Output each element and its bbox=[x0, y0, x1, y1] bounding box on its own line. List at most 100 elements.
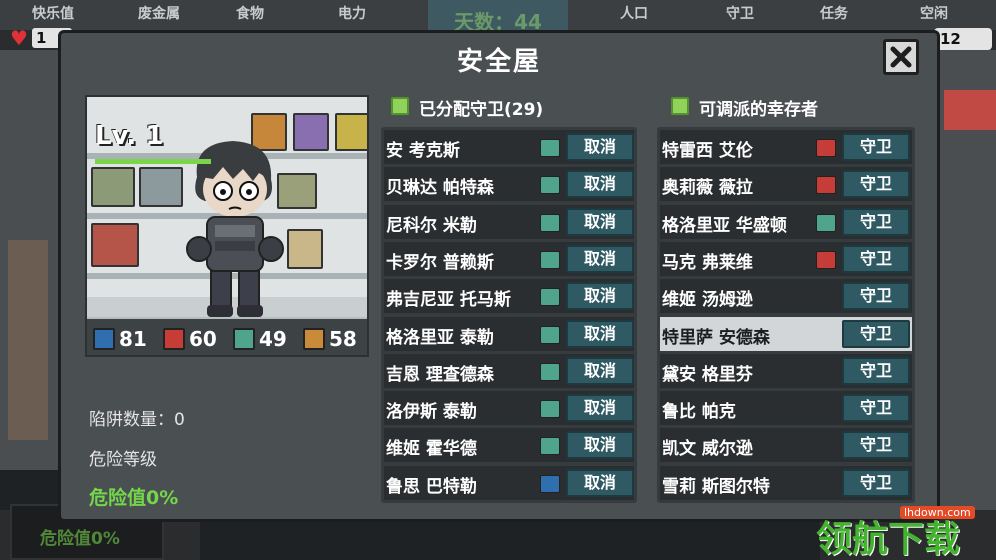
hud-label-happiness: 快乐值 bbox=[32, 6, 74, 22]
rifle-weapon-icon bbox=[540, 362, 560, 381]
survivor-name: 凯文 威尔逊 bbox=[662, 439, 753, 460]
level-progress-bar bbox=[95, 159, 211, 164]
armor-icon bbox=[93, 328, 115, 350]
available-survivor-list[interactable]: 特雷西 艾伦 守卫 奥莉薇 薇拉 守卫 格洛里亚 华盛顿 守卫 马克 弗莱维 守卫 维姬 汤姆逊… bbox=[657, 127, 915, 503]
available-row[interactable]: 格洛里亚 华盛顿 守卫 bbox=[660, 204, 912, 239]
cancel-guard-button[interactable]: 取消 bbox=[566, 468, 634, 497]
cancel-guard-button[interactable]: 取消 bbox=[566, 394, 634, 423]
assigned-row[interactable]: 卡罗尔 普赖斯 取消 bbox=[384, 241, 634, 276]
assign-guard-button[interactable]: 守卫 bbox=[842, 244, 910, 273]
cancel-guard-button[interactable]: 取消 bbox=[566, 431, 634, 460]
available-row[interactable]: 特雷西 艾伦 守卫 bbox=[660, 130, 912, 164]
cancel-guard-button[interactable]: 取消 bbox=[566, 133, 634, 161]
scene-right-survivor bbox=[944, 90, 996, 130]
cancel-guard-button[interactable]: 取消 bbox=[566, 282, 634, 311]
assign-guard-button[interactable]: 守卫 bbox=[842, 394, 910, 423]
assign-guard-button[interactable]: 守卫 bbox=[842, 133, 910, 161]
available-header: 可调派的幸存者 bbox=[699, 100, 818, 120]
rifle-weapon-icon bbox=[540, 176, 560, 195]
available-row[interactable]: 马克 弗莱维 守卫 bbox=[660, 241, 912, 276]
character-portrait: Lv. 1 81 60 49 58 bbox=[85, 95, 369, 357]
survivor-name: 安 考克斯 bbox=[386, 141, 460, 161]
stat-pistol-value: 60 bbox=[189, 327, 217, 351]
rifle-icon bbox=[233, 328, 255, 350]
available-row[interactable]: 特里萨 安德森 守卫 bbox=[660, 316, 912, 351]
assigned-row[interactable]: 安 考克斯 取消 bbox=[384, 130, 634, 164]
stat-supply-value: 58 bbox=[329, 327, 357, 351]
survivor-name: 吉恩 理查德森 bbox=[386, 364, 494, 385]
survivor-name: 格洛里亚 华盛顿 bbox=[662, 215, 787, 236]
pistol-weapon-icon bbox=[816, 176, 836, 195]
assign-guard-button[interactable]: 守卫 bbox=[842, 170, 910, 199]
cancel-guard-button[interactable]: 取消 bbox=[566, 319, 634, 348]
stat-rifle-value: 49 bbox=[259, 327, 287, 351]
hud-label-guards: 守卫 bbox=[726, 6, 754, 22]
rifle-weapon-icon bbox=[540, 325, 560, 344]
pistol-weapon-icon bbox=[816, 250, 836, 269]
assigned-row[interactable]: 格洛里亚 泰勒 取消 bbox=[384, 316, 634, 351]
days-panel: 天数：44 bbox=[428, 0, 568, 34]
assign-guard-button[interactable]: 守卫 bbox=[842, 431, 910, 460]
assign-guard-button[interactable]: 守卫 bbox=[842, 468, 910, 497]
assigned-row[interactable]: 维姬 霍华德 取消 bbox=[384, 428, 634, 463]
assign-guard-button[interactable]: 守卫 bbox=[842, 356, 910, 385]
danger-value: 危险值0% bbox=[89, 487, 179, 509]
assigned-row[interactable]: 尼科尔 米勒 取消 bbox=[384, 204, 634, 239]
assign-guard-button[interactable]: 守卫 bbox=[842, 207, 910, 236]
cancel-guard-button[interactable]: 取消 bbox=[566, 170, 634, 199]
assigned-row[interactable]: 洛伊斯 泰勒 取消 bbox=[384, 391, 634, 426]
assigned-header: 已分配守卫(29) bbox=[419, 100, 544, 120]
bg-danger-text: 危险值0% bbox=[40, 529, 120, 549]
survivor-name: 弗吉尼亚 托马斯 bbox=[386, 290, 511, 311]
survivor-name: 黛安 格里芬 bbox=[662, 364, 753, 385]
assigned-checkbox-icon bbox=[391, 97, 409, 115]
cancel-guard-button[interactable]: 取消 bbox=[566, 244, 634, 273]
population-value: 12 bbox=[934, 28, 992, 50]
cancel-guard-button[interactable]: 取消 bbox=[566, 356, 634, 385]
pistol-weapon-icon bbox=[816, 139, 836, 157]
survivor-name: 雪莉 斯图尔特 bbox=[662, 476, 770, 497]
available-row[interactable]: 凯文 威尔逊 守卫 bbox=[660, 428, 912, 463]
character-stats: 81 60 49 58 bbox=[87, 319, 367, 355]
hud-label-tasks: 任务 bbox=[820, 6, 848, 22]
hud-label-power: 电力 bbox=[338, 6, 366, 22]
survivor-name: 特雷西 艾伦 bbox=[662, 141, 753, 161]
rifle-weapon-icon bbox=[816, 213, 836, 232]
available-row[interactable]: 鲁比 帕克 守卫 bbox=[660, 391, 912, 426]
assigned-guard-list[interactable]: 安 考克斯 取消 贝琳达 帕特森 取消 尼科尔 米勒 取消 卡罗尔 普赖斯 取消 弗吉尼亚 托马… bbox=[381, 127, 637, 503]
scene-floor-bottom bbox=[200, 520, 820, 560]
survivor-name: 格洛里亚 泰勒 bbox=[386, 327, 494, 348]
hud-label-population: 人口 bbox=[620, 6, 648, 22]
available-row[interactable]: 黛安 格里芬 守卫 bbox=[660, 353, 912, 388]
watermark-logo: 领航下载 bbox=[816, 519, 961, 560]
hud-label-food: 食物 bbox=[236, 6, 264, 22]
available-row[interactable]: 雪莉 斯图尔特 守卫 bbox=[660, 465, 912, 500]
rifle-weapon-icon bbox=[540, 288, 560, 307]
assigned-row[interactable]: 吉恩 理查德森 取消 bbox=[384, 353, 634, 388]
assign-guard-button[interactable]: 守卫 bbox=[842, 319, 910, 348]
assigned-row[interactable]: 鲁思 巴特勒 取消 bbox=[384, 465, 634, 500]
available-row[interactable]: 维姬 汤姆逊 守卫 bbox=[660, 279, 912, 314]
survivor-name: 维姬 霍华德 bbox=[386, 439, 477, 460]
assigned-row[interactable]: 贝琳达 帕特森 取消 bbox=[384, 167, 634, 202]
assign-guard-button[interactable]: 守卫 bbox=[842, 282, 910, 311]
assigned-row[interactable]: 弗吉尼亚 托马斯 取消 bbox=[384, 279, 634, 314]
survivor-name: 鲁思 巴特勒 bbox=[386, 476, 477, 497]
survivor-name: 贝琳达 帕特森 bbox=[386, 178, 494, 199]
survivor-name: 卡罗尔 普赖斯 bbox=[386, 252, 494, 273]
character-level: Lv. 1 bbox=[95, 121, 164, 151]
close-button[interactable] bbox=[883, 39, 919, 75]
cancel-guard-button[interactable]: 取消 bbox=[566, 207, 634, 236]
pistol-icon bbox=[163, 328, 185, 350]
stat-armor-value: 81 bbox=[119, 327, 147, 351]
survivor-name: 特里萨 安德森 bbox=[662, 327, 770, 348]
rifle-weapon-icon bbox=[540, 139, 560, 157]
survivor-name: 马克 弗莱维 bbox=[662, 252, 753, 273]
supply-crate bbox=[335, 113, 367, 151]
available-row[interactable]: 奥莉薇 薇拉 守卫 bbox=[660, 167, 912, 202]
rifle-weapon-icon bbox=[540, 437, 560, 456]
scene-left-wall bbox=[8, 240, 48, 440]
safehouse-dialog: 安全屋 Lv. 1 81 60 49 58 陷阱数量：0 危险等级 危险值0% … bbox=[58, 30, 940, 522]
dialog-title: 安全屋 bbox=[456, 47, 541, 77]
available-checkbox-icon bbox=[671, 97, 689, 115]
